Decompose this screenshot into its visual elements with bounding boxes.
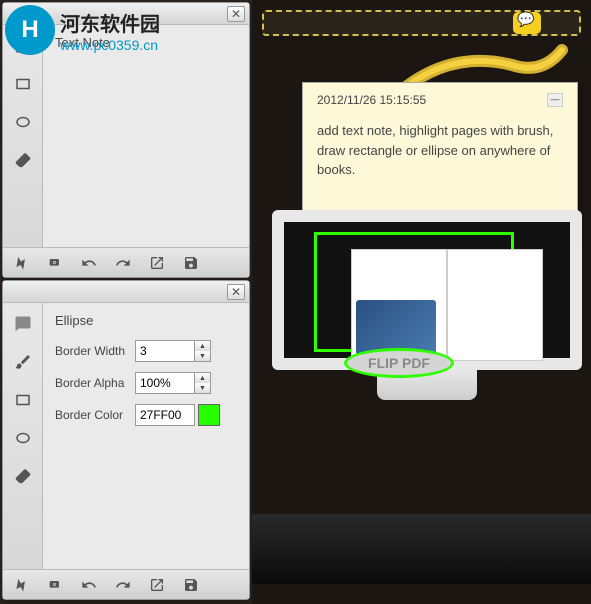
book-right-page — [447, 249, 543, 361]
border-color-input[interactable] — [135, 404, 195, 426]
flip-pdf-ellipse: FLIP PDF — [344, 348, 454, 378]
border-width-spinner[interactable]: ▲▼ — [195, 340, 211, 362]
sticky-body: add text note, highlight pages with brus… — [317, 121, 563, 180]
delete-icon[interactable]: ✕ — [45, 253, 65, 273]
tool-strip — [3, 303, 43, 569]
redo-icon[interactable] — [113, 575, 133, 595]
content-area: Ellipse Border Width ▲▼ Border Alpha ▲▼ … — [43, 303, 249, 569]
import-icon[interactable] — [147, 575, 167, 595]
rectangle-tool-icon[interactable] — [8, 385, 38, 415]
panel-footer: ✕ — [3, 569, 249, 599]
plane-image — [356, 300, 436, 355]
book-left-page — [351, 249, 447, 361]
brush-tool-icon[interactable] — [8, 347, 38, 377]
close-button[interactable]: ✕ — [227, 284, 245, 300]
save-icon[interactable] — [181, 575, 201, 595]
border-width-label: Border Width — [55, 344, 135, 358]
spinner-up-icon[interactable]: ▲ — [195, 341, 210, 351]
eraser-tool-icon[interactable] — [8, 145, 38, 175]
watermark: H 河东软件园 www.pc0359.cn — [5, 5, 160, 55]
sticky-close-icon[interactable]: — — [547, 93, 563, 107]
panel-footer: ✕ — [3, 247, 249, 277]
undo-icon[interactable] — [79, 253, 99, 273]
book-spread — [351, 249, 543, 361]
preview-area: 2012/11/26 15:15:55 — add text note, hig… — [252, 0, 591, 604]
speech-bubble-icon[interactable] — [513, 12, 541, 34]
tool-strip — [3, 25, 43, 247]
monitor-preview: FLIP PDF — [272, 210, 582, 420]
border-width-input[interactable] — [135, 340, 195, 362]
monitor-screen: FLIP PDF — [272, 210, 582, 370]
panel-title: Ellipse — [55, 313, 237, 328]
border-alpha-input[interactable] — [135, 372, 195, 394]
spinner-down-icon[interactable]: ▼ — [195, 383, 210, 393]
border-alpha-label: Border Alpha — [55, 376, 135, 390]
border-color-label: Border Color — [55, 408, 135, 422]
border-alpha-spinner[interactable]: ▲▼ — [195, 372, 211, 394]
ellipse-tool-icon[interactable] — [8, 107, 38, 137]
ellipse-tool-icon[interactable] — [8, 423, 38, 453]
svg-text:✕: ✕ — [52, 260, 56, 266]
redo-icon[interactable] — [113, 253, 133, 273]
eraser-tool-icon[interactable] — [8, 461, 38, 491]
content-area: Text Note — [43, 25, 249, 247]
undo-icon[interactable] — [79, 575, 99, 595]
spinner-up-icon[interactable]: ▲ — [195, 373, 210, 383]
sticky-timestamp: 2012/11/26 15:15:55 — [317, 93, 426, 107]
bottom-bar — [252, 514, 591, 584]
pointer-icon[interactable] — [11, 575, 31, 595]
import-icon[interactable] — [147, 253, 167, 273]
watermark-title: 河东软件园 — [60, 8, 160, 37]
color-swatch[interactable] — [198, 404, 220, 426]
note-tool-icon[interactable] — [8, 309, 38, 339]
pointer-icon[interactable] — [11, 253, 31, 273]
delete-icon[interactable]: ✕ — [45, 575, 65, 595]
ellipse-panel: ✕ Ellipse Border Width ▲▼ Border Alpha ▲… — [2, 280, 250, 600]
close-button[interactable]: ✕ — [227, 6, 245, 22]
spinner-down-icon[interactable]: ▼ — [195, 351, 210, 361]
panel-header: ✕ — [3, 281, 249, 303]
watermark-logo: H — [5, 5, 55, 55]
green-highlight-rect — [314, 232, 514, 352]
watermark-url: www.pc0359.cn — [60, 37, 160, 53]
svg-text:✕: ✕ — [52, 582, 56, 588]
rectangle-tool-icon[interactable] — [8, 69, 38, 99]
save-icon[interactable] — [181, 253, 201, 273]
